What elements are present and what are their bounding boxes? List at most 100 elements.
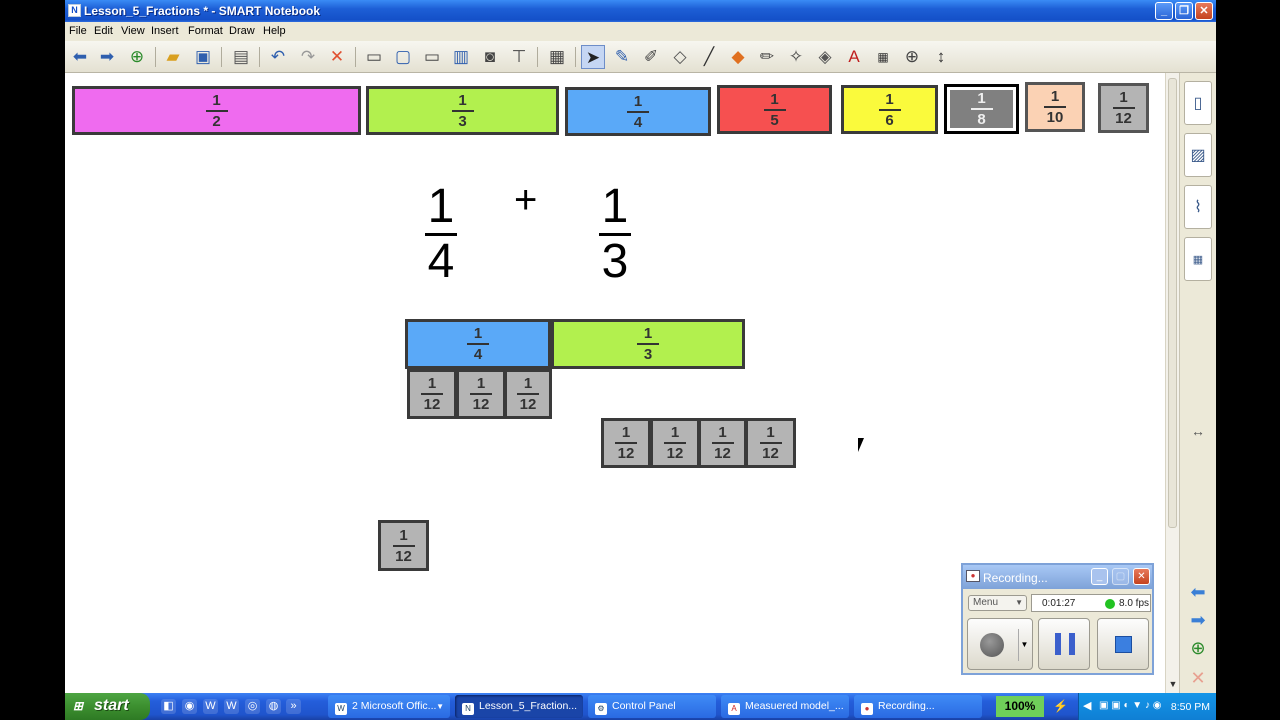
taskbar-item-notebook[interactable]: N Lesson_5_Fraction... [455, 695, 583, 718]
recorder-window[interactable]: ● Recording... _ ▢ ✕ Menu ▼ 0:01:27 8.0 … [961, 563, 1154, 675]
menu-help[interactable]: Help [263, 25, 286, 37]
save-icon[interactable]: ▣ [191, 45, 215, 69]
recorder-maximize-button[interactable]: ▢ [1112, 568, 1129, 585]
fraction-bar-eighth[interactable]: 18 [944, 84, 1019, 134]
stop-button[interactable] [1097, 618, 1149, 670]
word-icon[interactable]: W [203, 699, 218, 714]
close-button[interactable]: ✕ [1195, 2, 1213, 20]
equation-left-fraction[interactable]: 1 4 [421, 183, 461, 286]
twelfth-tile[interactable]: 1 12 [407, 369, 457, 419]
delete-page-icon[interactable]: ✕ [1186, 667, 1210, 689]
fraction-bar-fifth[interactable]: 15 [717, 85, 832, 134]
pause-button[interactable] [1038, 618, 1090, 670]
taskbar-item-office[interactable]: W2 Microsoft Offic... ▼ [328, 695, 450, 718]
menu-edit[interactable]: Edit [94, 25, 113, 37]
menu-draw[interactable]: Draw [229, 25, 255, 37]
attachments-tab[interactable]: ⌇ [1184, 185, 1212, 229]
vertical-scrollbar[interactable]: ▼ [1165, 73, 1179, 693]
fraction-bar-tenth[interactable]: 1 10 [1025, 82, 1085, 132]
twelfth-tile[interactable]: 1 12 [456, 369, 506, 419]
twelfth-tile[interactable]: 1 12 [698, 418, 747, 468]
capture-icon[interactable]: ◙ [478, 45, 502, 69]
redo-icon[interactable]: ↷ [296, 45, 320, 69]
fraction-bar-half[interactable]: 12 [72, 86, 361, 135]
properties-tab[interactable]: ▦ [1184, 237, 1212, 281]
recorder-close-button[interactable]: ✕ [1133, 568, 1150, 585]
record-button[interactable]: ▼ [967, 618, 1033, 670]
chevron-down-icon[interactable]: ▼ [1018, 629, 1030, 661]
twelfth-tile[interactable]: 1 12 [650, 418, 700, 468]
scrollbar-thumb[interactable] [1168, 78, 1177, 528]
dual-page-icon[interactable]: ▥ [449, 45, 473, 69]
app-icon[interactable]: ◍ [266, 699, 281, 714]
full-screen-icon[interactable]: ▢ [391, 45, 415, 69]
twelfth-tile[interactable]: 1 12 [601, 418, 651, 468]
menu-file[interactable]: File [69, 25, 87, 37]
back-arrow-icon[interactable]: ⬅ [68, 45, 92, 69]
plus-operator[interactable]: + [514, 178, 537, 223]
equation-right-fraction[interactable]: 1 3 [595, 183, 635, 286]
menu-view[interactable]: View [121, 25, 145, 37]
tray-expand-icon[interactable]: ◀ [1083, 699, 1091, 712]
text-icon[interactable]: A [842, 45, 866, 69]
gallery-tab[interactable]: ▨ [1184, 133, 1212, 177]
twelfth-tile[interactable]: 1 12 [745, 418, 796, 468]
add-page-icon[interactable]: ⊕ [125, 45, 149, 69]
select-pointer-icon[interactable]: ➤ [581, 45, 605, 69]
clock[interactable]: 8:50 PM [1171, 701, 1210, 713]
magic-pen-icon[interactable]: ✏ [755, 45, 779, 69]
fraction-bar-quarter[interactable]: 14 [565, 87, 711, 136]
taskbar-item-recording[interactable]: ● Recording... [854, 695, 982, 718]
taskbar-item-control-panel[interactable]: ⚙ Control Panel [588, 695, 716, 718]
recorder-title-bar[interactable]: ● Recording... _ ▢ ✕ [963, 565, 1152, 589]
twelfth-tile[interactable]: 1 12 [504, 369, 552, 419]
tray-icons[interactable]: ▣ ▣ ◐ ▼ ♪ ◉ [1099, 700, 1161, 711]
recorder-minimize-button[interactable]: _ [1091, 568, 1108, 585]
shapes-icon[interactable]: ◆ [726, 45, 750, 69]
quicklaunch-more-icon[interactable]: » [286, 699, 301, 714]
fraction-bar-sixth[interactable]: 16 [841, 85, 938, 134]
fill-icon[interactable]: ◈ [813, 45, 837, 69]
table-icon[interactable]: ▦ [545, 45, 569, 69]
screen-shade-icon[interactable]: ▭ [362, 45, 386, 69]
network-icon[interactable]: ⚡ [1053, 699, 1068, 714]
pen-icon[interactable]: ✎ [610, 45, 634, 69]
open-folder-icon[interactable]: ▰ [161, 45, 185, 69]
fraction-bar-twelfth[interactable]: 1 12 [1098, 83, 1149, 133]
menu-insert[interactable]: Insert [151, 25, 179, 37]
transparent-background-icon[interactable]: ▭ [420, 45, 444, 69]
menu-format[interactable]: Format [188, 25, 223, 37]
next-page-icon[interactable]: ➡ [1186, 609, 1210, 631]
firefox-icon[interactable]: ◉ [182, 699, 197, 714]
undo-icon[interactable]: ↶ [266, 45, 290, 69]
twelfth-tile[interactable]: 1 12 [378, 520, 429, 571]
document-camera-icon[interactable]: ⊤ [507, 45, 531, 69]
fraction-bar-third[interactable]: 13 [366, 86, 559, 135]
writer-icon[interactable]: W [224, 699, 239, 714]
minimize-button[interactable]: _ [1155, 2, 1173, 20]
quarter-tile[interactable]: 14 [405, 319, 551, 369]
measurement-tools-icon[interactable]: ⊕ [900, 45, 924, 69]
title-bar[interactable]: N Lesson_5_Fractions * - SMART Notebook … [65, 0, 1216, 22]
previous-page-icon[interactable]: ⬅ [1186, 581, 1210, 603]
maximize-button[interactable]: ❐ [1175, 2, 1193, 20]
resize-panel-icon[interactable]: ↔ [1186, 420, 1210, 442]
taskbar-item-pdf[interactable]: A Measuered model_... [721, 695, 849, 718]
recorder-menu-dropdown[interactable]: Menu ▼ [968, 595, 1027, 611]
add-page-icon[interactable]: ⊕ [1186, 637, 1210, 659]
zoom-indicator[interactable]: 100% [996, 696, 1044, 717]
properties-icon[interactable]: ▦ [871, 45, 895, 69]
delete-icon[interactable]: ✕ [325, 45, 349, 69]
page-sorter-tab[interactable]: ▯ [1184, 81, 1212, 125]
creative-pen-icon[interactable]: ✐ [639, 45, 663, 69]
paste-icon[interactable]: ▤ [229, 45, 253, 69]
show-desktop-icon[interactable]: ◧ [161, 699, 176, 714]
third-tile[interactable]: 13 [551, 319, 745, 369]
line-icon[interactable]: ╱ [697, 45, 721, 69]
scroll-down-arrow-icon[interactable]: ▼ [1168, 679, 1178, 691]
start-button[interactable]: ⊞ start [65, 693, 150, 720]
move-toolbar-icon[interactable]: ↕ [929, 45, 953, 69]
eraser-icon[interactable]: ◇ [668, 45, 692, 69]
forward-arrow-icon[interactable]: ➡ [95, 45, 119, 69]
wand-icon[interactable]: ✧ [784, 45, 808, 69]
